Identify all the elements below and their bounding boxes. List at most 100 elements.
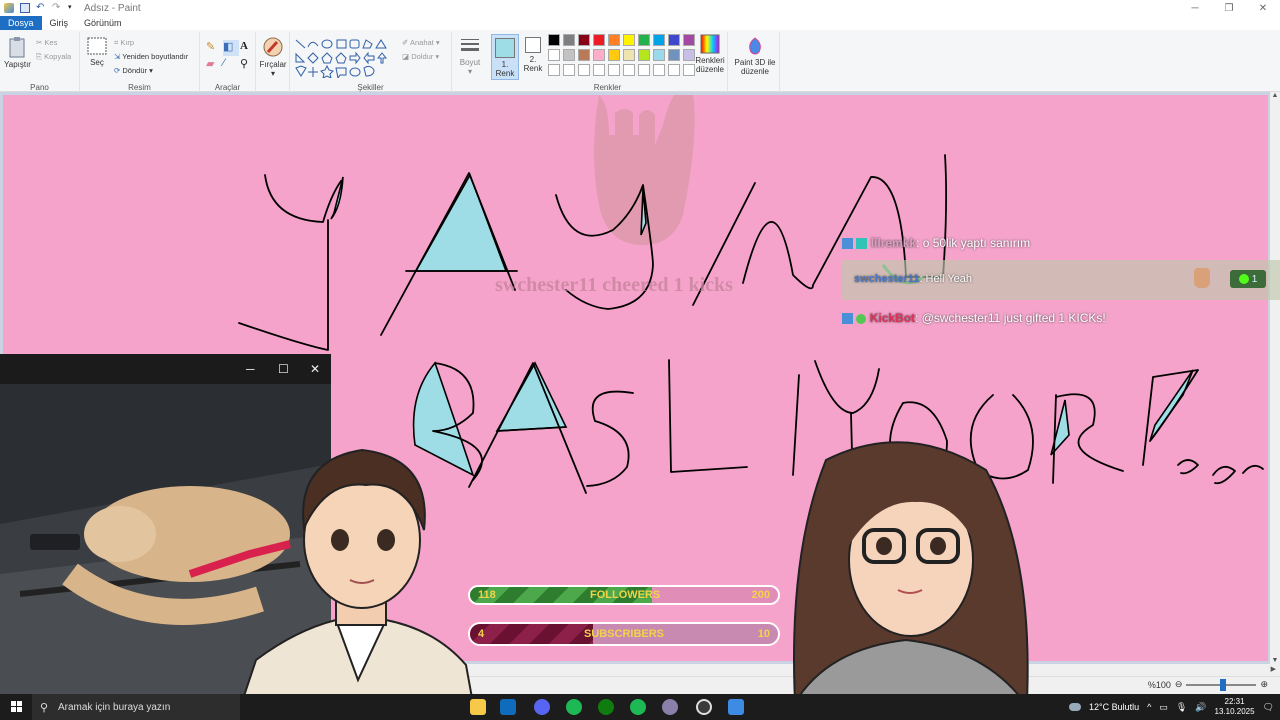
palette-swatch[interactable]: [578, 34, 590, 46]
vertical-scrollbar[interactable]: ▲ ▼: [1270, 92, 1280, 664]
edit-colors-button[interactable]: Renkleri düzenle: [694, 34, 726, 74]
tools-group: ✎ ◧ A ▰ ⁄ ⚲ Araçlar: [200, 32, 256, 92]
scroll-down-icon[interactable]: ▼: [1270, 657, 1280, 664]
camera-minimize-button[interactable]: ─: [246, 362, 255, 376]
start-button[interactable]: [6, 694, 28, 720]
scroll-up-icon[interactable]: ▲: [1270, 92, 1280, 99]
palette-swatch[interactable]: [623, 49, 635, 61]
palette-swatch[interactable]: [563, 49, 575, 61]
paint-active-icon[interactable]: [728, 699, 744, 715]
outlook-icon[interactable]: [500, 699, 516, 715]
volume-icon[interactable]: 🔊: [1195, 702, 1206, 713]
zoom-out-icon[interactable]: ⊖: [1175, 679, 1183, 690]
obs-icon[interactable]: [696, 699, 712, 715]
camera-close-button[interactable]: ✕: [310, 362, 320, 376]
palette-swatch[interactable]: [623, 34, 635, 46]
palette-swatch[interactable]: [668, 34, 680, 46]
fill-dropdown[interactable]: ◪ Doldur ▾: [402, 52, 439, 61]
minimize-button[interactable]: ─: [1178, 0, 1212, 16]
resize-button[interactable]: ⇲ Yeniden boyutlandır: [114, 52, 188, 61]
tray-chevron-icon[interactable]: ^: [1147, 702, 1151, 712]
copy-button[interactable]: ⎘ Kopyala: [36, 52, 71, 62]
eraser-icon[interactable]: ▰: [206, 57, 222, 73]
shapes-gallery-icon[interactable]: [294, 38, 390, 78]
size-button[interactable]: Boyut ▾: [456, 36, 484, 76]
mic-icon[interactable]: 🎙: [1176, 702, 1187, 713]
fill-bucket-icon[interactable]: ◧: [223, 40, 239, 56]
palette-swatch[interactable]: [638, 49, 650, 61]
taskbar-search[interactable]: ⚲ Aramak için buraya yazın: [32, 694, 240, 720]
explorer-icon[interactable]: [470, 699, 486, 715]
brushes-button[interactable]: Fırçalar ▾: [259, 36, 287, 78]
rotate-label: Döndür: [122, 66, 147, 75]
palette-swatch[interactable]: [653, 64, 665, 76]
network-icon[interactable]: ▭: [1159, 702, 1168, 713]
clock[interactable]: 22:31 13.10.2025: [1215, 697, 1255, 717]
maximize-button[interactable]: ❐: [1212, 0, 1246, 16]
redo-icon[interactable]: ↷: [52, 3, 62, 13]
magnifier-icon[interactable]: ⚲: [240, 57, 256, 73]
select-button[interactable]: Seç: [84, 36, 110, 67]
discord-icon[interactable]: [534, 699, 550, 715]
undo-icon[interactable]: ↶: [36, 3, 46, 13]
chat-username: lilremkk: [870, 236, 917, 250]
customize-qat-icon[interactable]: ▾: [68, 3, 78, 13]
close-button[interactable]: ✕: [1246, 0, 1280, 16]
palette-swatch[interactable]: [608, 49, 620, 61]
cut-button[interactable]: ✂ Kes: [36, 38, 57, 47]
paint-taskbar-icon[interactable]: [662, 699, 678, 715]
camera-maximize-button[interactable]: ☐: [278, 362, 289, 376]
crop-button[interactable]: ⌗ Kırp: [114, 38, 134, 48]
palette-swatch[interactable]: [653, 34, 665, 46]
chat-badge-icon: [856, 238, 868, 250]
color1-button[interactable]: 1. Renk: [491, 34, 519, 80]
pencil-icon[interactable]: ✎: [206, 40, 222, 56]
text-tool-icon[interactable]: A: [240, 40, 256, 56]
fill-icon: ◪: [402, 52, 410, 61]
zoom-slider[interactable]: [1186, 678, 1257, 691]
palette-swatch[interactable]: [653, 49, 665, 61]
chat-message: swchester11: Hell Yeah: [854, 273, 972, 285]
palette-swatch[interactable]: [608, 64, 620, 76]
spotify-icon[interactable]: [630, 699, 646, 715]
zoom-in-icon[interactable]: ⊕: [1260, 679, 1268, 690]
palette-swatch[interactable]: [548, 34, 560, 46]
palette-swatch[interactable]: [638, 34, 650, 46]
notification-icon[interactable]: 🗨: [1263, 702, 1274, 713]
tab-file[interactable]: Dosya: [0, 16, 42, 30]
palette-swatch[interactable]: [578, 64, 590, 76]
palette-swatch[interactable]: [593, 34, 605, 46]
palette-swatch[interactable]: [578, 49, 590, 61]
paste-button[interactable]: Yapıştır: [4, 36, 31, 69]
tab-home[interactable]: Giriş: [42, 16, 77, 30]
clipboard-group: Yapıştır ✂ Kes ⎘ Kopyala Pano: [0, 32, 80, 92]
crop-label: Kırp: [120, 38, 135, 47]
palette-swatch[interactable]: [638, 64, 650, 76]
palette-swatch[interactable]: [548, 64, 560, 76]
image-group-label: Resim: [128, 83, 151, 92]
palette-swatch[interactable]: [593, 49, 605, 61]
palette-swatch[interactable]: [668, 49, 680, 61]
palette-swatch[interactable]: [563, 34, 575, 46]
weather-text[interactable]: 12°C Bulutlu: [1089, 702, 1139, 712]
palette-swatch[interactable]: [623, 64, 635, 76]
paint3d-button[interactable]: Paint 3D ile düzenle: [732, 36, 778, 76]
palette-swatch[interactable]: [608, 34, 620, 46]
save-icon[interactable]: [20, 3, 30, 13]
rotate-button[interactable]: ⟳ Döndür ▾: [114, 66, 153, 75]
tab-view[interactable]: Görünüm: [76, 16, 130, 30]
palette-swatch[interactable]: [563, 64, 575, 76]
palette-swatch[interactable]: [548, 49, 560, 61]
outline-dropdown[interactable]: ✐ Anahat ▾: [402, 38, 440, 47]
scroll-right-icon[interactable]: ▶: [1271, 665, 1276, 673]
xbox-icon[interactable]: [598, 699, 614, 715]
spotify-icon[interactable]: [566, 699, 582, 715]
palette-swatch[interactable]: [593, 64, 605, 76]
zoom-level: %100: [1147, 679, 1171, 690]
color-picker-icon[interactable]: ⁄: [223, 57, 239, 73]
color2-button[interactable]: 2. Renk: [521, 37, 545, 73]
color1-label: 1. Renk: [495, 60, 515, 78]
cut-label: Kes: [44, 38, 58, 47]
zoom-slider-thumb[interactable]: [1220, 678, 1227, 691]
palette-swatch[interactable]: [668, 64, 680, 76]
